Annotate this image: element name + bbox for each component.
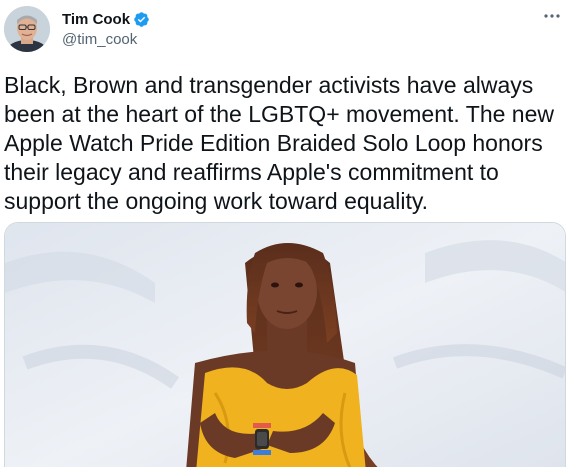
- user-handle[interactable]: @tim_cook: [62, 30, 150, 50]
- tweet-text-line: their legacy and reaffirms Apple's commi…: [4, 159, 499, 185]
- verified-badge-icon: [133, 11, 150, 28]
- tweet-header: Tim Cook @tim_cook: [62, 10, 150, 50]
- tweet-card: Tim Cook @tim_cook Black, Brown and tran…: [0, 0, 573, 467]
- name-row: Tim Cook: [62, 10, 150, 29]
- display-name[interactable]: Tim Cook: [62, 10, 130, 29]
- tweet-text-line: been at the heart of the LGBTQ+ movement…: [4, 101, 554, 127]
- tweet-text-line: support the ongoing work toward equality…: [4, 188, 429, 214]
- tweet-text-line: Black, Brown and transgender activists h…: [4, 72, 534, 98]
- tweet-text: Black, Brown and transgender activists h…: [4, 71, 564, 216]
- tweet-media-photo[interactable]: [4, 222, 566, 467]
- tweet-text-line: Apple Watch Pride Edition Braided Solo L…: [4, 130, 543, 156]
- avatar[interactable]: [4, 6, 50, 52]
- more-options-icon[interactable]: [539, 6, 565, 26]
